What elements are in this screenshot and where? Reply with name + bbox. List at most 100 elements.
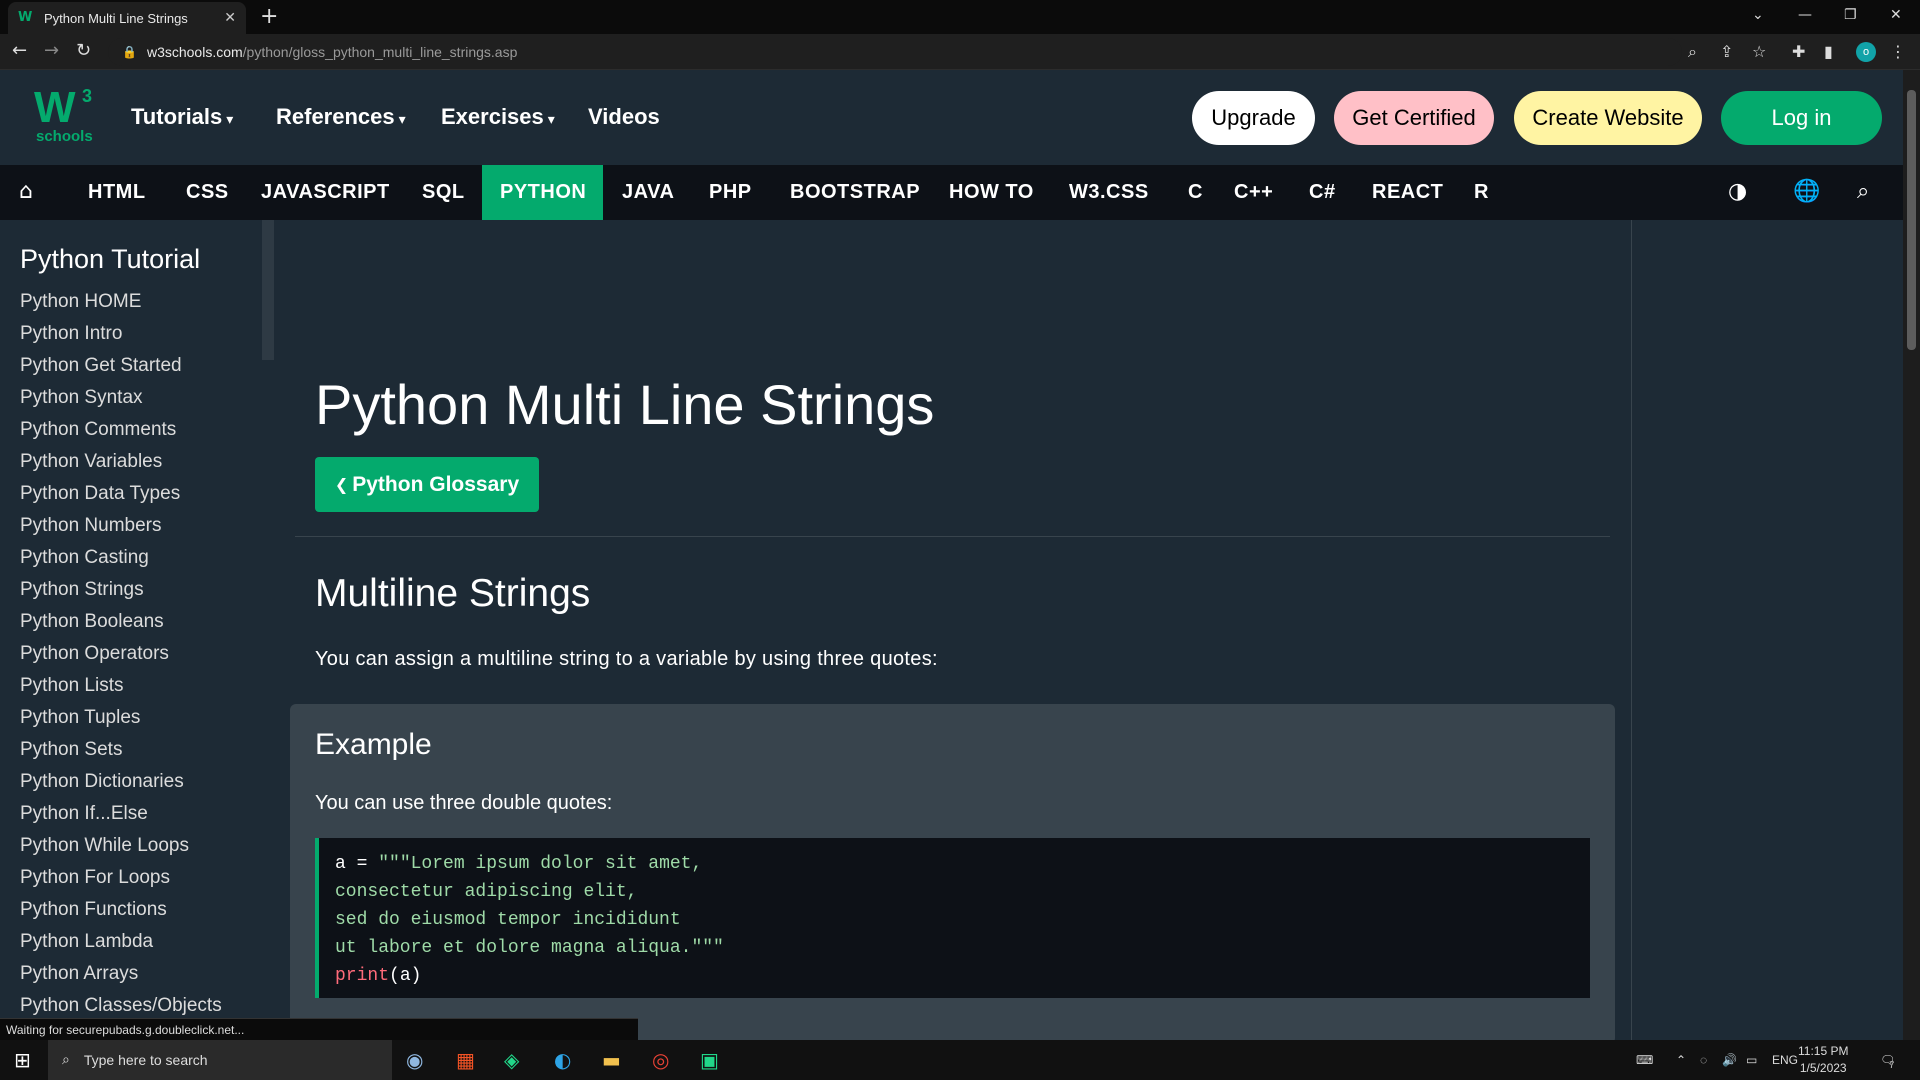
browser-menu-icon[interactable]: ⋮ — [1890, 42, 1906, 61]
sidebar-item[interactable]: Python Arrays — [20, 958, 222, 990]
microsoft-store-icon[interactable]: ▦ — [456, 1048, 475, 1072]
extensions-icon[interactable]: ✚ — [1792, 42, 1805, 61]
url-path: /python/gloss_python_multi_line_strings.… — [242, 44, 518, 60]
subject-nav: ⌂ HTML CSS JAVASCRIPT SQL PYTHON JAVA PH… — [0, 165, 1903, 220]
browser-tab[interactable]: W Python Multi Line Strings ✕ — [8, 2, 246, 34]
taskbar-clock[interactable]: 11:15 PM 1/5/2023 — [1798, 1043, 1848, 1077]
search-icon[interactable]: ⌕ — [1857, 179, 1869, 204]
tray-overflow-icon[interactable]: ⌃ — [1676, 1040, 1686, 1080]
subnav-csharp[interactable]: C# — [1291, 165, 1354, 220]
menu-references[interactable]: References ▾ — [276, 104, 406, 130]
new-tab-icon[interactable]: + — [260, 4, 278, 29]
pycharm-icon[interactable]: ▣ — [700, 1048, 719, 1072]
share-icon[interactable]: ⇪ — [1720, 42, 1733, 61]
code-token: a = — [335, 854, 379, 874]
sidebar-item[interactable]: Python Dictionaries — [20, 766, 222, 798]
get-certified-button[interactable]: Get Certified — [1334, 91, 1494, 145]
subnav-howto[interactable]: HOW TO — [931, 165, 1052, 220]
bookmark-star-icon[interactable]: ☆ — [1752, 42, 1766, 61]
subnav-react[interactable]: REACT — [1354, 165, 1461, 220]
globe-icon[interactable]: 🌐 — [1793, 179, 1820, 204]
language-indicator[interactable]: ENG — [1772, 1040, 1798, 1080]
sidebar-item[interactable]: Python Strings — [20, 574, 222, 606]
w3schools-logo[interactable]: W 3 schools — [34, 86, 98, 148]
python-glossary-button[interactable]: ❮ Python Glossary — [315, 457, 539, 512]
forward-icon[interactable]: → — [44, 40, 59, 61]
sidebar-item[interactable]: Python Numbers — [20, 510, 222, 542]
network-icon[interactable]: ◌ — [1700, 1040, 1707, 1080]
subnav-html[interactable]: HTML — [70, 165, 164, 220]
subnav-sql[interactable]: SQL — [404, 165, 483, 220]
tab-search-icon[interactable]: ⌄ — [1752, 0, 1764, 30]
restore-icon[interactable]: ❐ — [1844, 0, 1857, 30]
close-window-icon[interactable]: ✕ — [1890, 0, 1902, 30]
code-string: """Lorem ipsum dolor sit amet, — [378, 854, 703, 874]
subnav-c[interactable]: C — [1170, 165, 1221, 220]
sidebar-item[interactable]: Python Functions — [20, 894, 222, 926]
sidebar-item[interactable]: Python Lambda — [20, 926, 222, 958]
sidebar-item[interactable]: Python HOME — [20, 286, 222, 318]
create-website-button[interactable]: Create Website — [1514, 91, 1702, 145]
scrollbar-thumb[interactable] — [1907, 90, 1916, 350]
sidebar-item[interactable]: Python Booleans — [20, 606, 222, 638]
menu-tutorials[interactable]: Tutorials ▾ — [131, 104, 233, 130]
sidebar-item[interactable]: Python Syntax — [20, 382, 222, 414]
profile-avatar[interactable]: o — [1856, 42, 1876, 62]
side-panel-icon[interactable]: ▮ — [1824, 42, 1833, 61]
taskbar-search[interactable]: ⌕ Type here to search — [48, 1040, 392, 1080]
subnav-w3css[interactable]: W3.CSS — [1051, 165, 1167, 220]
tab-close-icon[interactable]: ✕ — [224, 10, 236, 26]
sidebar-item[interactable]: Python While Loops — [20, 830, 222, 862]
chrome-icon[interactable]: ◎ — [652, 1048, 669, 1072]
back-icon[interactable]: ← — [12, 40, 27, 61]
windows-start-icon[interactable]: ⊞ — [14, 1048, 31, 1072]
sidebar-item[interactable]: Python Intro — [20, 318, 222, 350]
code-line: ut labore et dolore magna aliqua.""" — [335, 938, 724, 958]
reload-icon[interactable]: ↻ — [76, 40, 91, 61]
upgrade-button[interactable]: Upgrade — [1192, 91, 1315, 145]
menu-exercises[interactable]: Exercises ▾ — [441, 104, 555, 130]
battery-icon[interactable]: ▭ — [1746, 1040, 1757, 1080]
python-glossary-label: Python Glossary — [352, 472, 520, 496]
home-icon[interactable]: ⌂ — [19, 179, 33, 204]
notification-icon[interactable]: 🗨 7 — [1880, 1040, 1895, 1080]
subnav-javascript[interactable]: JAVASCRIPT — [243, 165, 408, 220]
caret-down-icon: ▾ — [226, 112, 234, 128]
steam-icon[interactable]: ◉ — [406, 1048, 423, 1072]
sidebar-item[interactable]: Python Lists — [20, 670, 222, 702]
sidebar-item[interactable]: Python Data Types — [20, 478, 222, 510]
edge-icon[interactable]: ◐ — [554, 1048, 571, 1072]
file-explorer-icon[interactable]: ▬ — [602, 1048, 621, 1072]
sidebar-item[interactable]: Python Get Started — [20, 350, 222, 382]
sidebar-scrollbar[interactable] — [262, 220, 274, 360]
sidebar-item[interactable]: Python Variables — [20, 446, 222, 478]
subnav-css[interactable]: CSS — [168, 165, 247, 220]
subnav-r[interactable]: R — [1456, 165, 1507, 220]
minimize-icon[interactable]: — — [1798, 0, 1812, 30]
sidebar-item[interactable]: Python Sets — [20, 734, 222, 766]
sidebar-item[interactable]: Python For Loops — [20, 862, 222, 894]
login-button[interactable]: Log in — [1721, 91, 1882, 145]
menu-videos[interactable]: Videos — [588, 104, 660, 130]
logo-superscript: 3 — [82, 86, 93, 106]
sidebar-item[interactable]: Python Tuples — [20, 702, 222, 734]
sidebar-item[interactable]: Python Comments — [20, 414, 222, 446]
sidebar-item[interactable]: Python Casting — [20, 542, 222, 574]
sidebar-item[interactable]: Python If...Else — [20, 798, 222, 830]
page-scrollbar[interactable] — [1903, 70, 1920, 1040]
clion-icon[interactable]: ◈ — [504, 1048, 519, 1072]
volume-icon[interactable]: 🔊 — [1722, 1040, 1737, 1080]
page-title: Python Multi Line Strings — [315, 373, 935, 436]
dark-mode-toggle-icon[interactable]: ◑ — [1728, 179, 1747, 204]
lock-icon: 🔒 — [122, 45, 137, 59]
subnav-java[interactable]: JAVA — [604, 165, 692, 220]
address-bar[interactable]: 🔒 w3schools.com/python/gloss_python_mult… — [108, 38, 1682, 66]
zoom-icon[interactable]: ⌕ — [1688, 42, 1697, 62]
subnav-cpp[interactable]: C++ — [1216, 165, 1291, 220]
keyboard-icon[interactable]: ⌨ — [1636, 1040, 1653, 1080]
sidebar-item[interactable]: Python Operators — [20, 638, 222, 670]
subnav-php[interactable]: PHP — [691, 165, 770, 220]
example-box: Example You can use three double quotes:… — [290, 704, 1615, 1044]
subnav-bootstrap[interactable]: BOOTSTRAP — [772, 165, 938, 220]
subnav-python[interactable]: PYTHON — [482, 165, 603, 220]
